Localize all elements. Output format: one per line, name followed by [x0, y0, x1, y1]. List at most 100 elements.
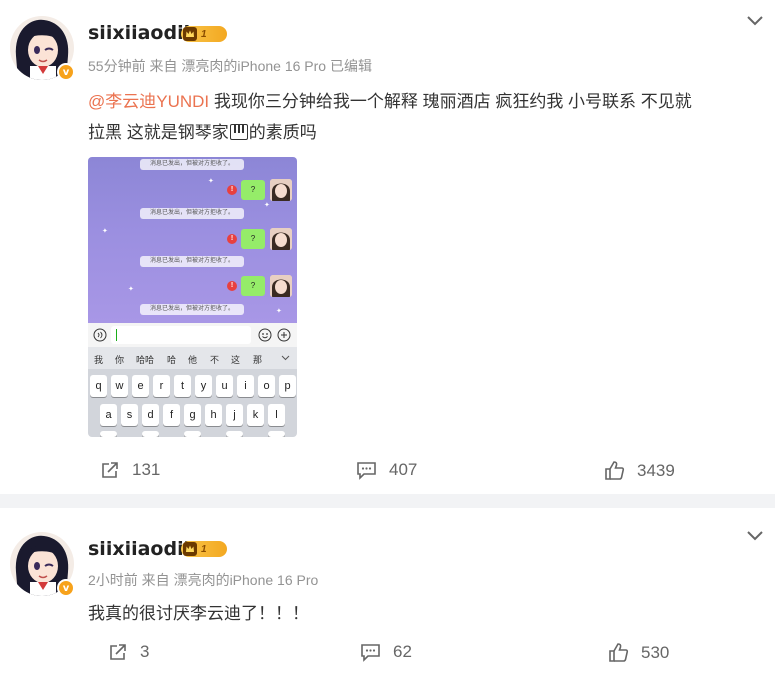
voice-icon — [93, 328, 107, 342]
chat-avatar — [270, 179, 292, 201]
repost-icon — [110, 644, 126, 660]
chat-input-bar — [88, 323, 297, 347]
key: q — [90, 375, 107, 397]
chat-bubble: ? — [241, 276, 265, 296]
sparkle-icon: ✦ — [276, 308, 282, 315]
like-button[interactable]: 3439 — [604, 460, 675, 481]
candidate-word: 这 — [231, 355, 241, 365]
key — [142, 431, 159, 437]
repost-button[interactable]: 3 — [108, 642, 149, 662]
post-text-part: 我现你三分钟给我一个解释 瑰丽酒店 疯狂约我 小号联系 不见就 — [209, 92, 692, 111]
plus-icon — [277, 328, 291, 342]
chat-avatar — [270, 228, 292, 250]
like-count: 530 — [641, 642, 670, 662]
like-button[interactable]: 530 — [608, 642, 669, 663]
error-icon: ! — [227, 185, 237, 195]
repost-icon — [102, 462, 118, 478]
key: e — [132, 375, 149, 397]
key: u — [216, 375, 233, 397]
post-separator — [0, 494, 775, 508]
sparkle-icon: ✦ — [264, 202, 270, 209]
comment-button[interactable]: 62 — [360, 642, 412, 662]
key — [226, 431, 243, 437]
post-text: 我真的很讨厌李云迪了！！！ — [88, 604, 309, 623]
username[interactable]: siixiiaodii — [88, 538, 190, 560]
post-text-part: 拉黑 这就是钢琴家 — [88, 123, 229, 142]
key: r — [153, 375, 170, 397]
key: i — [237, 375, 254, 397]
comment-count: 62 — [393, 642, 412, 661]
candidate-bar: 我 你 哈哈 哈 他 不 这 那 — [88, 347, 297, 369]
chat-text-input — [111, 326, 251, 344]
candidate-word: 哈 — [167, 355, 177, 365]
key — [184, 431, 201, 437]
key: h — [205, 404, 222, 426]
thumbs-up-icon — [609, 643, 629, 662]
chat-bubble: ? — [241, 180, 265, 200]
mention-link[interactable]: @李云迪YUNDI — [88, 92, 209, 111]
post-meta: 55分钟前 来自 漂亮肉的iPhone 16 Pro 已编辑 — [88, 58, 372, 74]
chat-background: ✦ ✦ ✦ ✦ ✦ 消息已发出，但被对方拒收了。 ! ? 消息已发出，但被对方拒… — [88, 157, 297, 323]
error-icon: ! — [227, 234, 237, 244]
post-text-part: 的素质吗 — [248, 123, 317, 142]
weibo-post: v siixiiaodii 1 2小时前 来自 漂亮肉的iPhone 16 Pr… — [0, 508, 775, 679]
candidate-word: 哈哈 — [136, 355, 155, 365]
key: o — [258, 375, 275, 397]
level-badge: 1 — [181, 541, 227, 557]
system-message: 消息已发出，但被对方拒收了。 — [140, 256, 244, 267]
level-number: 1 — [201, 28, 207, 40]
error-icon: ! — [227, 281, 237, 291]
verified-badge-icon: v — [57, 63, 75, 81]
comment-icon — [361, 644, 380, 662]
key: y — [195, 375, 212, 397]
key: p — [279, 375, 296, 397]
post-text: @李云迪YUNDI 我现你三分钟给我一个解释 瑰丽酒店 疯狂约我 小号联系 不见… — [88, 86, 768, 148]
key: l — [268, 404, 285, 426]
chevron-down-icon[interactable] — [746, 15, 764, 27]
key: a — [100, 404, 117, 426]
thumbs-up-icon — [605, 461, 625, 480]
repost-count: 3 — [140, 642, 150, 661]
system-message: 消息已发出，但被对方拒收了。 — [140, 304, 244, 315]
candidate-word: 那 — [253, 355, 263, 365]
key — [100, 431, 117, 437]
crown-icon — [183, 542, 197, 556]
avatar[interactable]: v — [10, 532, 75, 597]
system-message: 消息已发出，但被对方拒收了。 — [140, 159, 244, 170]
key: d — [142, 404, 159, 426]
key: f — [163, 404, 180, 426]
piano-emoji-icon — [229, 124, 248, 140]
key: k — [247, 404, 264, 426]
key: s — [121, 404, 138, 426]
comment-button[interactable]: 407 — [356, 460, 417, 480]
verified-badge-icon: v — [57, 579, 75, 597]
chevron-down-icon — [281, 355, 290, 361]
chevron-down-icon[interactable] — [746, 530, 764, 542]
candidate-word: 我 — [94, 355, 104, 365]
comment-icon — [357, 462, 376, 480]
username[interactable]: siixiiaodii — [88, 22, 190, 44]
sparkle-icon: ✦ — [128, 286, 134, 293]
level-number: 1 — [201, 543, 207, 555]
like-count: 3439 — [637, 460, 675, 480]
system-message: 消息已发出，但被对方拒收了。 — [140, 208, 244, 219]
avatar[interactable]: v — [10, 16, 75, 81]
repost-button[interactable]: 131 — [100, 460, 160, 480]
sparkle-icon: ✦ — [102, 228, 108, 235]
candidate-word: 你 — [115, 355, 125, 365]
emoji-icon — [258, 328, 272, 342]
key: g — [184, 404, 201, 426]
repost-count: 131 — [132, 460, 161, 479]
key — [268, 431, 285, 437]
level-badge: 1 — [181, 26, 227, 42]
post-image[interactable]: ✦ ✦ ✦ ✦ ✦ 消息已发出，但被对方拒收了。 ! ? 消息已发出，但被对方拒… — [88, 157, 297, 437]
crown-icon — [183, 27, 197, 41]
key: t — [174, 375, 191, 397]
keyboard: 我 你 哈哈 哈 他 不 这 那 q w e r t y u i o p a s… — [88, 347, 297, 437]
candidate-word: 他 — [188, 355, 198, 365]
chat-avatar — [270, 275, 292, 297]
candidate-word: 不 — [210, 355, 220, 365]
weibo-post: v siixiiaodii 1 55分钟前 来自 漂亮肉的iPhone 16 P… — [0, 0, 775, 494]
key: w — [111, 375, 128, 397]
key: j — [226, 404, 243, 426]
